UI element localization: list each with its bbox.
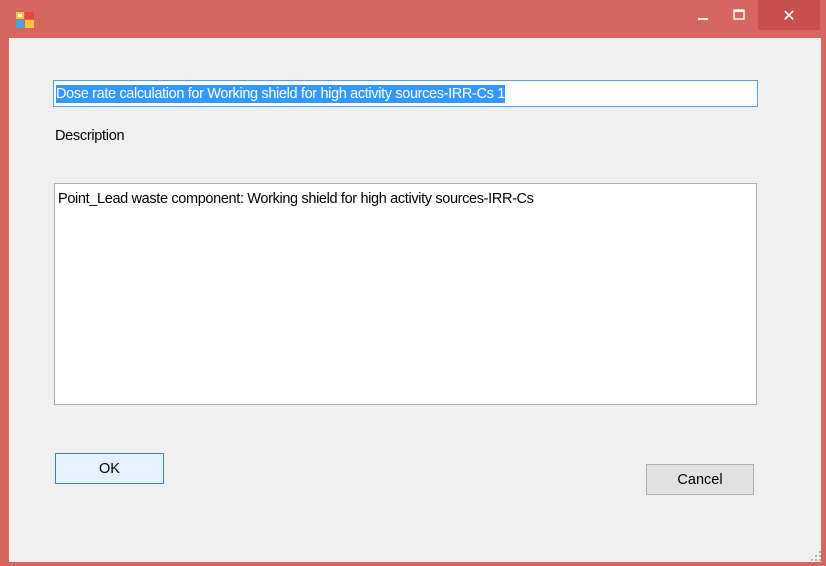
maximize-icon <box>733 9 745 20</box>
description-label: Description <box>55 128 125 144</box>
minimize-icon <box>698 18 708 20</box>
maximize-button[interactable] <box>722 0 756 30</box>
minimize-button[interactable] <box>686 0 720 30</box>
description-textarea[interactable]: Point_Lead waste component: Working shie… <box>54 183 757 405</box>
resize-grip-icon[interactable] <box>810 550 822 562</box>
ok-button[interactable]: OK <box>55 453 164 484</box>
app-icon <box>16 12 34 28</box>
close-icon: ✕ <box>782 5 796 25</box>
calculation-name-input[interactable]: Dose rate calculation for Working shield… <box>53 80 758 107</box>
close-button[interactable]: ✕ <box>758 0 820 30</box>
dialog-window: ✕ Dose rate calculation for Working shie… <box>0 0 826 566</box>
title-bar[interactable]: ✕ <box>0 0 826 38</box>
cancel-button[interactable]: Cancel <box>646 464 754 495</box>
calculation-name-selected-text: Dose rate calculation for Working shield… <box>56 84 505 103</box>
